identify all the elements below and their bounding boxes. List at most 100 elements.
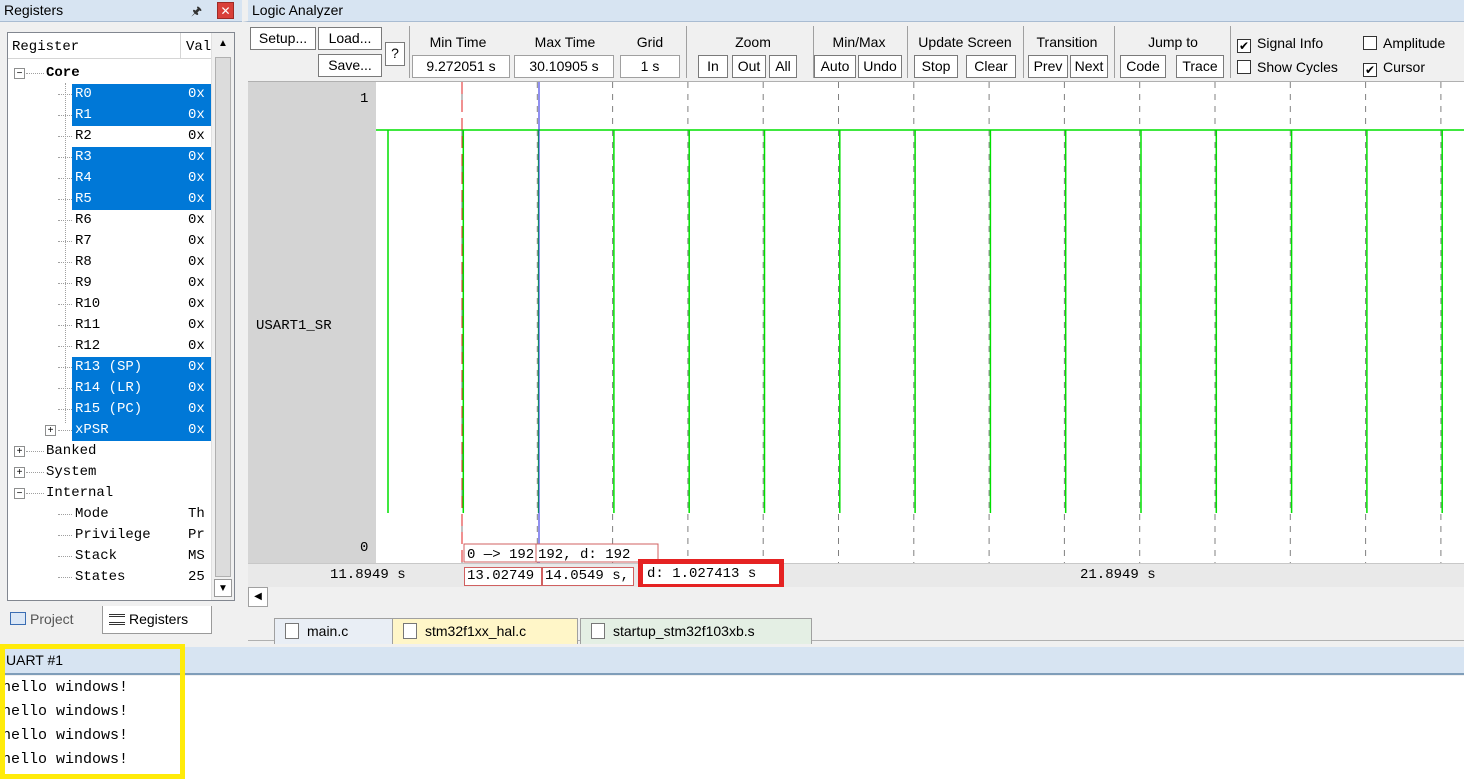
tree-group-core[interactable]: − Core [8, 63, 211, 84]
registers-tree[interactable]: Register Value − Core R00xR10xR20xR30xR4… [7, 32, 235, 601]
zoom-all-button[interactable]: All [769, 55, 797, 78]
scroll-thumb[interactable] [215, 57, 231, 577]
register-name: R13 (SP) [75, 359, 143, 375]
auto-button[interactable]: Auto [814, 55, 856, 78]
horizontal-scrollbar[interactable]: ◀ [248, 587, 1464, 607]
tab-registers[interactable]: Registers [102, 606, 212, 634]
register-name: R1 [75, 107, 92, 123]
registers-title: Registers [4, 2, 64, 18]
trace-button[interactable]: Trace [1176, 55, 1224, 78]
setup-button[interactable]: Setup... [250, 27, 316, 50]
register-row[interactable]: R8 0x [8, 252, 211, 273]
project-icon [10, 612, 26, 625]
hscroll-thumb[interactable] [270, 589, 370, 605]
value-box-text: 192, d: 192 [538, 547, 630, 563]
show-cycles-checkbox[interactable]: Show Cycles [1237, 59, 1338, 75]
amplitude-checkbox[interactable]: Amplitude [1363, 35, 1445, 51]
column-register[interactable]: Register [8, 33, 181, 59]
register-row[interactable]: R3 0x [8, 147, 211, 168]
code-button[interactable]: Code [1120, 55, 1166, 78]
internal-row[interactable]: States 25 [8, 567, 211, 588]
register-row[interactable]: R9 0x [8, 273, 211, 294]
checkbox-icon: ✔ [1363, 63, 1377, 77]
group-label: System [46, 464, 97, 480]
jump-to-label: Jump to [1148, 34, 1198, 50]
expand-icon[interactable]: + [14, 467, 25, 478]
close-icon[interactable]: ✕ [217, 2, 234, 19]
next-button[interactable]: Next [1070, 55, 1108, 78]
tree-group-system[interactable]: + System [8, 462, 211, 483]
logic-analyzer-title: Logic Analyzer [252, 2, 344, 18]
register-row[interactable]: R11 0x [8, 315, 211, 336]
zoom-out-button[interactable]: Out [732, 55, 766, 78]
load-button[interactable]: Load... [318, 27, 382, 50]
register-row[interactable]: R14 (LR) 0x [8, 378, 211, 399]
cursor-checkbox[interactable]: ✔ Cursor [1363, 59, 1425, 77]
cursor2-time: 14.0549 s, [542, 567, 634, 586]
file-tab-hal[interactable]: stm32f1xx_hal.c [392, 618, 578, 644]
core-label: Core [46, 65, 80, 81]
min-time-label: Min Time [429, 34, 487, 50]
waveform-plot[interactable]: 0 —> 192 192, d: 192 [376, 82, 1464, 563]
register-name: R12 [75, 338, 101, 354]
signal-info-checkbox[interactable]: ✔ Signal Info [1237, 35, 1323, 53]
register-row[interactable]: R5 0x [8, 189, 211, 210]
uart-line: hello windows! [2, 703, 129, 720]
tree-group-banked[interactable]: + Banked [8, 441, 211, 462]
uart-line: hello windows! [2, 727, 129, 744]
internal-row[interactable]: Mode Th [8, 504, 211, 525]
help-button[interactable]: ? [385, 42, 405, 66]
transition-text: 0 —> 192 [467, 547, 534, 563]
expand-icon[interactable]: + [14, 446, 25, 457]
clear-button[interactable]: Clear [966, 55, 1016, 78]
max-time-label: Max Time [534, 34, 596, 50]
scroll-left-icon[interactable]: ◀ [248, 587, 268, 607]
time-axis-bar: 11.8949 s 13.02749 14.0549 s, d: 1.02741… [248, 559, 1464, 589]
signal-name[interactable]: USART1_SR [256, 318, 332, 334]
min-time-value: 9.272051 s [412, 55, 510, 78]
register-row[interactable]: R2 0x [8, 126, 211, 147]
register-value: 0x [188, 107, 205, 123]
file-tab-startup[interactable]: startup_stm32f103xb.s [580, 618, 812, 644]
register-value: 0x [188, 317, 205, 333]
register-row[interactable]: R7 0x [8, 231, 211, 252]
file-icon [403, 623, 417, 639]
stop-button[interactable]: Stop [914, 55, 958, 78]
register-name: R5 [75, 191, 92, 207]
register-name: R14 (LR) [75, 380, 143, 396]
zoom-label: Zoom [735, 34, 771, 50]
register-row[interactable]: R6 0x [8, 210, 211, 231]
pin-icon[interactable]: 🖈︎ [191, 2, 202, 23]
checkbox-icon: ✔ [1237, 39, 1251, 53]
register-row[interactable]: R12 0x [8, 336, 211, 357]
register-row[interactable]: R1 0x [8, 105, 211, 126]
register-row[interactable]: R13 (SP) 0x [8, 357, 211, 378]
file-tab-main[interactable]: main.c [274, 618, 396, 644]
uart-line: hello windows! [2, 751, 129, 768]
scroll-up-icon[interactable]: ▲ [214, 35, 232, 53]
save-button[interactable]: Save... [318, 54, 382, 77]
internal-row[interactable]: Privilege Pr [8, 525, 211, 546]
tree-group-internal[interactable]: − Internal [8, 483, 211, 504]
column-value[interactable]: Value [182, 33, 212, 59]
internal-row[interactable]: Stack MS [8, 546, 211, 567]
collapse-icon[interactable]: − [14, 68, 25, 79]
delta-time: d: 1.027413 s [647, 566, 757, 582]
tab-project[interactable]: Project [4, 606, 100, 634]
register-row[interactable]: + xPSR 0x [8, 420, 211, 441]
register-row[interactable]: R0 0x [8, 84, 211, 105]
register-name: R3 [75, 149, 92, 165]
zoom-in-button[interactable]: In [698, 55, 728, 78]
collapse-icon[interactable]: − [14, 488, 25, 499]
register-row[interactable]: R4 0x [8, 168, 211, 189]
internal-name: States [75, 569, 126, 585]
registers-vertical-scrollbar[interactable]: ▲ ▼ [211, 33, 234, 600]
register-row[interactable]: R10 0x [8, 294, 211, 315]
undo-button[interactable]: Undo [858, 55, 902, 78]
register-row[interactable]: R15 (PC) 0x [8, 399, 211, 420]
uart-output[interactable]: hello windows! hello windows! hello wind… [0, 676, 1464, 781]
prev-button[interactable]: Prev [1028, 55, 1068, 78]
scroll-down-icon[interactable]: ▼ [214, 579, 232, 597]
expand-icon[interactable]: + [45, 425, 56, 436]
group-label: Banked [46, 443, 97, 459]
